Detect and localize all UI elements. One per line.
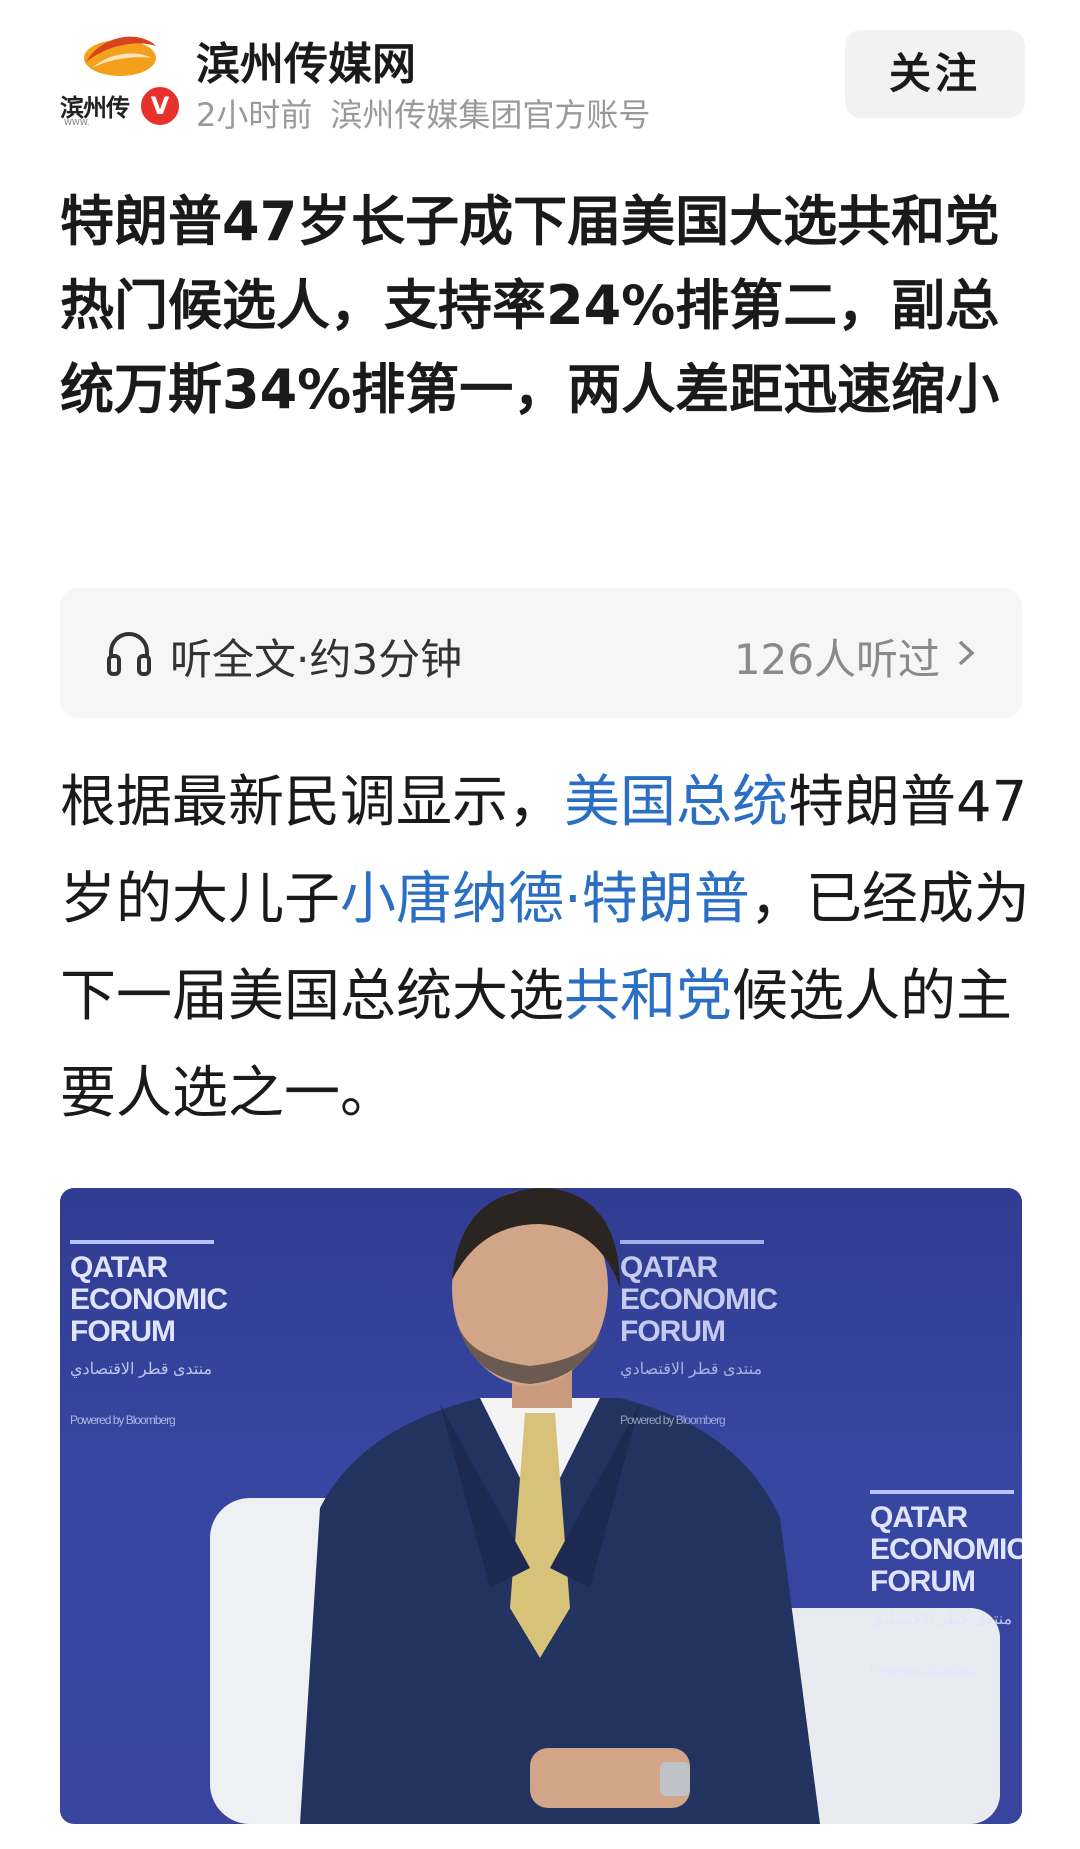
account-meta: 2小时前 滨州传媒集团官方账号: [196, 90, 650, 136]
body-text: 根据最新民调显示，: [60, 770, 564, 835]
forum-line: QATAR: [620, 1251, 718, 1284]
forum-arabic: منتدى قطر الاقتصادي: [70, 1361, 213, 1378]
logo-bar: [870, 1490, 1014, 1494]
article-photo[interactable]: QATAR ECONOMIC FORUM منتدى قطر الاقتصادي…: [60, 1188, 1022, 1824]
forum-powered: Powered by Bloomberg: [620, 1413, 726, 1427]
entity-link-republican-party[interactable]: 共和党: [564, 964, 732, 1029]
logo-bar: [620, 1240, 764, 1244]
account-avatar[interactable]: 滨州传 WWW. V: [58, 28, 182, 128]
entity-link-us-president[interactable]: 美国总统: [564, 770, 788, 835]
follow-button[interactable]: 关注: [845, 30, 1025, 118]
forum-arabic: منتدى قطر الاقتصادي: [870, 1611, 1013, 1628]
headphones-icon: [107, 632, 151, 676]
account-description: 滨州传媒集团官方账号: [330, 96, 651, 134]
forum-logo-left: QATAR ECONOMIC FORUM منتدى قطر الاقتصادي…: [70, 1240, 228, 1436]
forum-logo-center: QATAR ECONOMIC FORUM منتدى قطر الاقتصادي…: [620, 1240, 778, 1436]
post-time: 2小时前: [196, 96, 313, 134]
account-name[interactable]: 滨州传媒网: [196, 28, 416, 92]
media-logo-icon: [84, 36, 156, 76]
chevron-right-icon: [958, 640, 975, 666]
forum-logo-right: QATAR ECONOMIC FORUM منتدى قطر الاقتصادي…: [870, 1490, 1022, 1686]
forum-powered: Powered by Bloomberg: [870, 1663, 976, 1677]
listen-full-text-bar[interactable]: 听全文·约3分钟 126人听过: [60, 588, 1022, 718]
article-body: 根据最新民调显示，美国总统特朗普47岁的大儿子小唐纳德·特朗普，已经成为下一届美…: [60, 754, 1035, 1142]
forum-line: ECONOMIC: [870, 1533, 1022, 1566]
forum-line: FORUM: [620, 1315, 726, 1348]
forum-line: ECONOMIC: [70, 1283, 228, 1316]
entity-link-donald-trump-jr[interactable]: 小唐纳德·特朗普: [340, 867, 750, 932]
forum-line: FORUM: [870, 1565, 976, 1598]
forum-powered: Powered by Bloomberg: [70, 1413, 176, 1427]
logo-bar: [70, 1240, 214, 1244]
article-title: 特朗普47岁长子成下届美国大选共和党热门候选人，支持率24%排第二，副总统万斯3…: [60, 190, 1000, 421]
listen-count: 126人听过: [733, 635, 940, 684]
forum-line: ECONOMIC: [620, 1283, 778, 1316]
forum-line: QATAR: [70, 1251, 168, 1284]
avatar-subtext: WWW.: [64, 118, 90, 127]
listen-label: 听全文·约3分钟: [170, 635, 463, 684]
verified-badge: V: [138, 84, 182, 128]
forum-line: FORUM: [70, 1315, 176, 1348]
forum-arabic: منتدى قطر الاقتصادي: [620, 1361, 763, 1378]
article-header: 滨州传 WWW. V 滨州传媒网 2小时前 滨州传媒集团官方账号 关注: [0, 0, 1080, 150]
forum-line: QATAR: [870, 1501, 968, 1534]
